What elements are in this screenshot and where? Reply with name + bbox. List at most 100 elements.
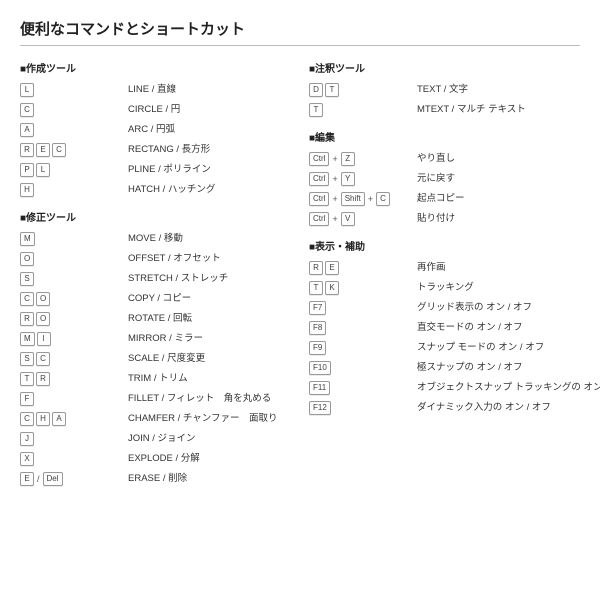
key-cap: S [20, 272, 34, 286]
key-cap: T [325, 83, 339, 97]
shortcut-row: RE再作画 [309, 261, 580, 275]
section-title: ■表示・補助 [309, 238, 580, 253]
shortcut-description: ARC / 円弧 [128, 124, 291, 135]
key-group: F11 [309, 381, 417, 395]
shortcut-row: Ctrl+Shift+C起点コピー [309, 192, 580, 206]
shortcut-description: ERASE / 削除 [128, 473, 291, 484]
key-cap: R [20, 143, 34, 157]
key-group: CHA [20, 412, 128, 426]
shortcut-row: X EXPLODE / 分解 [20, 452, 291, 466]
shortcut-row: MMOVE / 移動 [20, 232, 291, 246]
key-group: Ctrl+V [309, 212, 417, 226]
shortcut-row: F8直交モードの オン / オフ [309, 321, 580, 335]
divider [20, 45, 580, 46]
key-group: F9 [309, 341, 417, 355]
key-group: SC [20, 352, 128, 366]
shortcut-row: COCOPY / コピー [20, 292, 291, 306]
shortcut-description: MTEXT / マルチ テキスト [417, 104, 580, 115]
key-cap: L [20, 83, 34, 97]
key-group: L [20, 83, 128, 97]
key-group: CO [20, 292, 128, 306]
shortcut-description: グリッド表示の オン / オフ [417, 302, 580, 313]
key-cap: A [20, 123, 34, 137]
shortcut-description: LINE / 直線 [128, 84, 291, 95]
key-group: J [20, 432, 128, 446]
shortcut-description: ダイナミック入力の オン / オフ [417, 402, 580, 413]
shortcut-description: COPY / コピー [128, 293, 291, 304]
shortcut-row: OOFFSET / オフセット [20, 252, 291, 266]
key-cap: Ctrl [309, 192, 329, 206]
key-group: REC [20, 143, 128, 157]
key-cap: Ctrl [309, 212, 329, 226]
key-cap: L [36, 163, 50, 177]
shortcut-row: PL PLINE / ポリライン [20, 163, 291, 177]
shortcut-description: PLINE / ポリライン [128, 164, 291, 175]
key-cap: C [20, 412, 34, 426]
shortcut-row: F11 オブジェクトスナップ トラッキングの オン / オフ [309, 381, 580, 395]
shortcut-description: EXPLODE / 分解 [128, 453, 291, 464]
shortcut-row: ROROTATE / 回転 [20, 312, 291, 326]
shortcut-row: Ctrl+Zやり直し [309, 152, 580, 166]
shortcut-row: Ctrl+Y元に戻す [309, 172, 580, 186]
shortcut-description: オブジェクトスナップ トラッキングの オン / オフ [417, 382, 580, 393]
shortcut-row: TKトラッキング [309, 281, 580, 295]
key-group: A [20, 123, 128, 137]
key-group: F [20, 392, 128, 406]
section-title: ■作成ツール [20, 60, 291, 75]
shortcut-description: ROTATE / 回転 [128, 313, 291, 324]
key-cap: T [309, 103, 323, 117]
shortcut-description: CHAMFER / チャンファー 面取り [128, 413, 291, 424]
shortcut-description: RECTANG / 長方形 [128, 144, 291, 155]
key-cap: Del [43, 472, 63, 486]
key-cap: F12 [309, 401, 331, 415]
shortcut-description: 直交モードの オン / オフ [417, 322, 580, 333]
key-cap: O [36, 312, 50, 326]
shortcut-description: STRETCH / ストレッチ [128, 273, 291, 284]
shortcut-row: SCSCALE / 尺度変更 [20, 352, 291, 366]
column-left: ■作成ツールLLINE / 直線CCIRCLE / 円AARC / 円弧RECR… [20, 56, 291, 492]
shortcut-description: TEXT / 文字 [417, 84, 580, 95]
shortcut-description: CIRCLE / 円 [128, 104, 291, 115]
key-group: S [20, 272, 128, 286]
key-cap: P [20, 163, 34, 177]
shortcut-row: JJOIN / ジョイン [20, 432, 291, 446]
key-cap: X [20, 452, 34, 466]
key-cap: C [36, 352, 50, 366]
shortcut-description: TRIM / トリム [128, 373, 291, 384]
key-cap: Y [341, 172, 355, 186]
key-group: TK [309, 281, 417, 295]
key-cap: O [36, 292, 50, 306]
shortcut-row: F9スナップ モードの オン / オフ [309, 341, 580, 355]
section-title: ■編集 [309, 129, 580, 144]
key-group: F10 [309, 361, 417, 375]
shortcut-description: JOIN / ジョイン [128, 433, 291, 444]
shortcut-description: 起点コピー [417, 193, 580, 204]
key-group: F7 [309, 301, 417, 315]
key-group: F12 [309, 401, 417, 415]
key-cap: R [309, 261, 323, 275]
key-group: C [20, 103, 128, 117]
key-group: RE [309, 261, 417, 275]
shortcut-row: C CIRCLE / 円 [20, 103, 291, 117]
column-right: ■注釈ツールDTTEXT / 文字TMTEXT / マルチ テキスト■編集Ctr… [309, 56, 580, 492]
key-cap: Shift [341, 192, 365, 206]
shortcut-row: E/DelERASE / 削除 [20, 472, 291, 486]
key-group: Ctrl+Shift+C [309, 192, 417, 206]
plus-separator: + [331, 174, 338, 185]
key-cap: C [20, 103, 34, 117]
shortcut-description: FILLET / フィレット 角を丸める [128, 393, 291, 404]
shortcut-row: FFILLET / フィレット 角を丸める [20, 392, 291, 406]
key-cap: F11 [309, 381, 330, 395]
key-cap: E [325, 261, 339, 275]
columns: ■作成ツールLLINE / 直線CCIRCLE / 円AARC / 円弧RECR… [20, 56, 580, 492]
key-cap: Z [341, 152, 355, 166]
plus-separator: + [331, 194, 338, 205]
key-group: RO [20, 312, 128, 326]
plus-separator: + [331, 214, 338, 225]
key-cap: E [20, 472, 34, 486]
key-cap: C [376, 192, 390, 206]
key-group: F8 [309, 321, 417, 335]
key-cap: C [52, 143, 66, 157]
shortcut-row: HHATCH / ハッチング [20, 183, 291, 197]
shortcut-description: 元に戻す [417, 173, 580, 184]
